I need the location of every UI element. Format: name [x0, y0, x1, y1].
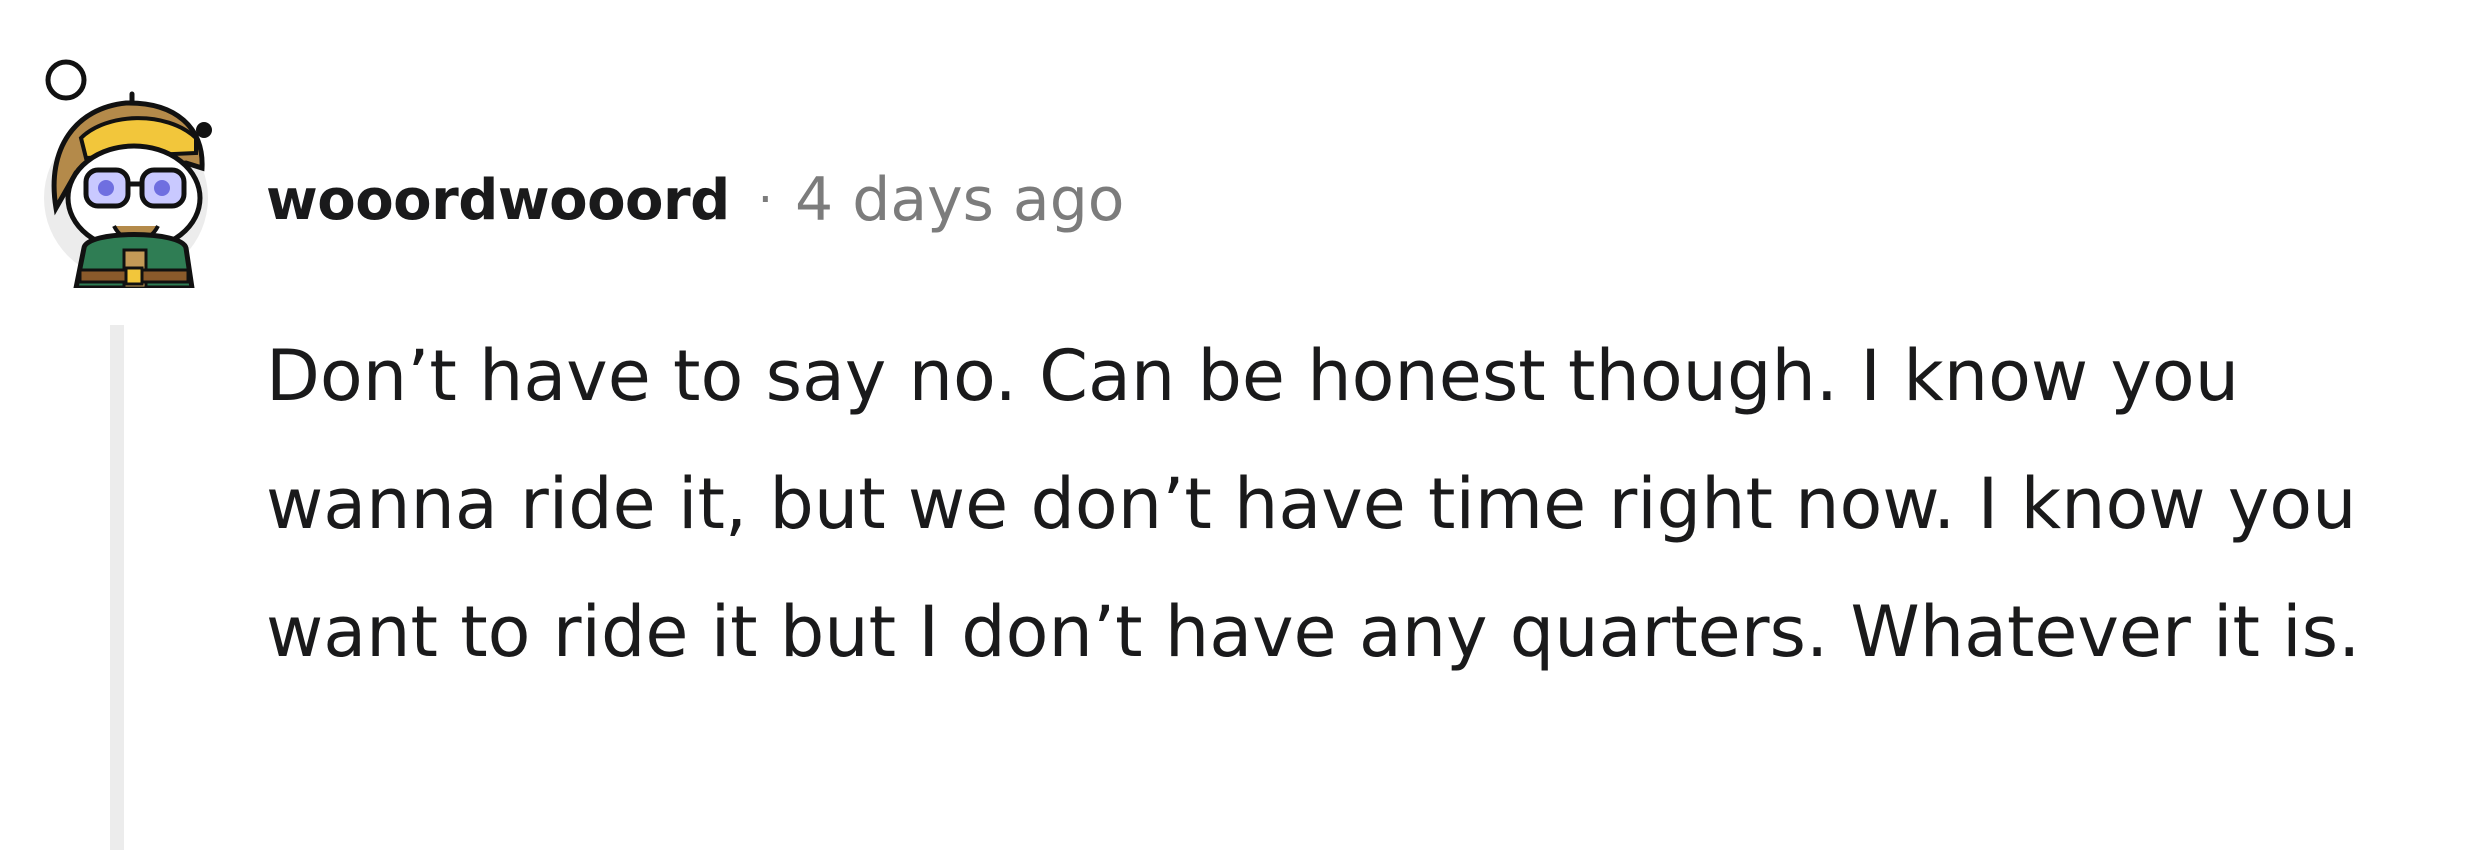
- comment-body: Don’t have to say no. Can be honest thou…: [266, 312, 2416, 696]
- snoo-avatar-icon: [44, 59, 212, 288]
- username-link[interactable]: wooordwooord: [266, 168, 730, 233]
- comment-meta: wooordwooord · 4 days ago: [266, 160, 1125, 240]
- thread-collapse-line[interactable]: [110, 325, 124, 850]
- comment-timestamp[interactable]: 4 days ago: [795, 165, 1125, 235]
- user-avatar[interactable]: [36, 58, 216, 288]
- comment-text: Don’t have to say no. Can be honest thou…: [266, 335, 2361, 673]
- meta-separator: ·: [757, 172, 773, 228]
- comment: wooordwooord · 4 days ago Don’t have to …: [0, 0, 2482, 850]
